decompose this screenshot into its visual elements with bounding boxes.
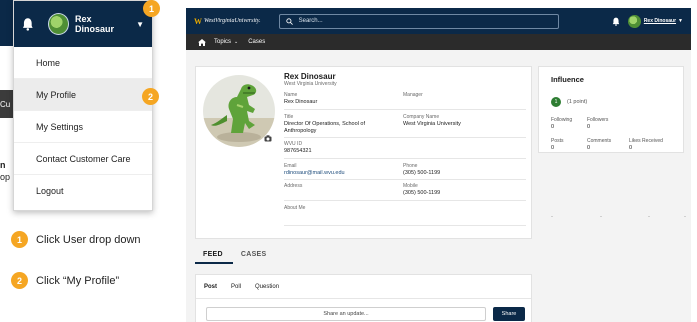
wvu-flying-wv-icon: W bbox=[194, 16, 202, 26]
page-edge-strip bbox=[0, 0, 13, 46]
tab-poll[interactable]: Poll bbox=[231, 284, 241, 298]
bell-icon[interactable] bbox=[612, 17, 620, 26]
partial-text: op bbox=[0, 172, 11, 182]
influence-card: Influence 1 (1 point) Following 0 Follow… bbox=[538, 66, 684, 153]
manager-label: Manager bbox=[403, 92, 423, 98]
phone-value: (305) 500-1199 bbox=[403, 170, 441, 176]
tab-question[interactable]: Question bbox=[255, 284, 279, 298]
profile-name: Rex Dinosaur bbox=[284, 72, 336, 81]
instruction-step-2: 2 Click “My Profile” bbox=[11, 272, 119, 289]
wvu-logo[interactable]: W WestVirginiaUniversity. bbox=[194, 17, 261, 26]
name-label: Name bbox=[284, 92, 298, 98]
divider bbox=[284, 179, 526, 180]
profile-university: West Virginia University bbox=[284, 81, 337, 87]
comments-count: 0 bbox=[587, 145, 591, 151]
step-badge-2: 2 bbox=[142, 88, 159, 105]
nav-topics[interactable]: Topics ⌄ bbox=[214, 39, 238, 45]
menu-item-contact-customer-care[interactable]: Contact Customer Care bbox=[14, 143, 152, 175]
chevron-down-icon: ⌄ bbox=[234, 39, 239, 45]
company-label: Company Name bbox=[403, 114, 440, 120]
caret-down-icon[interactable]: ▼ bbox=[678, 18, 683, 24]
posts-label: Posts bbox=[551, 138, 564, 144]
posts-count: 0 bbox=[551, 145, 555, 151]
followers-count[interactable]: 0 bbox=[587, 124, 590, 130]
bell-icon[interactable] bbox=[22, 17, 34, 31]
share-button[interactable]: Share bbox=[493, 307, 525, 321]
email-link[interactable]: rdinosaur@mail.wvu.edu bbox=[284, 170, 345, 177]
comments-label: Comments bbox=[587, 138, 612, 144]
following-count[interactable]: 0 bbox=[551, 124, 554, 130]
nav-cases[interactable]: Cases bbox=[248, 39, 265, 45]
home-icon[interactable] bbox=[198, 38, 206, 46]
divider bbox=[284, 200, 526, 201]
company-value: West Virginia University bbox=[403, 121, 461, 127]
share-update-input[interactable]: Share an update... bbox=[206, 307, 486, 321]
followers-label: Followers bbox=[587, 117, 609, 123]
step-text: Click User drop down bbox=[36, 233, 141, 246]
step-text: Click “My Profile” bbox=[36, 274, 120, 287]
user-name[interactable]: Rex Dinosaur bbox=[75, 14, 131, 34]
wvu-id-label: WVU ID bbox=[284, 141, 303, 147]
name-value: Rex Dinosaur bbox=[284, 99, 318, 105]
publisher: Post Poll Question Share an update... Sh… bbox=[195, 274, 532, 322]
tab-cases[interactable]: CASES bbox=[233, 251, 277, 264]
mobile-label: Mobile bbox=[403, 183, 418, 189]
menu-item-home[interactable]: Home bbox=[14, 47, 152, 79]
step-badge-1: 1 bbox=[143, 0, 160, 17]
search-input[interactable]: Search... bbox=[278, 13, 559, 29]
decorative-dot bbox=[551, 216, 553, 217]
search-icon bbox=[285, 17, 293, 25]
publisher-tabs: Post Poll Question bbox=[196, 275, 531, 299]
menu-item-my-settings[interactable]: My Settings bbox=[14, 111, 152, 143]
decorative-dot bbox=[648, 216, 650, 217]
logo-text: WestVirginiaUniversity. bbox=[204, 18, 261, 24]
search-placeholder: Search... bbox=[298, 18, 323, 24]
divider bbox=[284, 137, 526, 138]
partial-text: n bbox=[0, 160, 6, 170]
app-header: W WestVirginiaUniversity. Search... Rex … bbox=[186, 8, 691, 34]
caret-down-icon[interactable]: ▼ bbox=[136, 20, 144, 29]
avatar[interactable] bbox=[47, 13, 69, 35]
about-me-label: About Me bbox=[284, 205, 306, 211]
divider bbox=[284, 158, 526, 159]
menu-item-logout[interactable]: Logout bbox=[14, 175, 152, 207]
following-label: Following bbox=[551, 117, 573, 123]
profile-page-screenshot: W WestVirginiaUniversity. Search... Rex … bbox=[186, 8, 691, 322]
influence-title: Influence bbox=[551, 75, 584, 84]
user-dropdown: Rex Dinosaur ▼ Home My Profile My Settin… bbox=[13, 0, 153, 211]
influence-points: (1 point) bbox=[567, 99, 588, 105]
nav-topics-label: Topics bbox=[214, 39, 232, 45]
likes-count: 0 bbox=[629, 145, 633, 151]
address-label: Address bbox=[284, 183, 303, 189]
title-label: Title bbox=[284, 114, 294, 120]
camera-icon[interactable] bbox=[264, 135, 272, 142]
profile-card: Rex Dinosaur West Virginia University Na… bbox=[195, 66, 532, 239]
step-number: 1 bbox=[11, 231, 28, 248]
instruction-step-1: 1 Click User drop down bbox=[11, 231, 141, 248]
divider bbox=[284, 225, 526, 226]
feed-tabs: FEED CASES bbox=[195, 251, 277, 264]
decorative-dot bbox=[684, 216, 686, 217]
title-value-line1: Director Of Operations, School of bbox=[284, 121, 366, 127]
likes-label: Likes Received bbox=[629, 138, 663, 144]
user-dropdown-header[interactable]: Rex Dinosaur ▼ bbox=[14, 1, 152, 47]
header-user-menu[interactable]: Rex Dinosaur ▼ bbox=[612, 14, 683, 28]
avatar[interactable] bbox=[627, 14, 641, 28]
decorative-dot bbox=[600, 216, 602, 217]
partial-text: Cu bbox=[0, 100, 11, 109]
title-value-line2: Anthropology bbox=[284, 128, 317, 134]
email-label: Email bbox=[284, 163, 297, 169]
wvu-id-value: 987654321 bbox=[284, 148, 312, 154]
step-number: 2 bbox=[11, 272, 28, 289]
phone-label: Phone bbox=[403, 163, 418, 169]
user-menu: Home My Profile My Settings Contact Cust… bbox=[14, 47, 152, 207]
header-user-name[interactable]: Rex Dinosaur bbox=[644, 18, 676, 24]
app-nav: Topics ⌄ Cases bbox=[186, 34, 691, 50]
influence-level-badge: 1 bbox=[551, 97, 561, 107]
mobile-value: (305) 500-1199 bbox=[403, 190, 441, 196]
divider bbox=[284, 109, 526, 110]
tab-post[interactable]: Post bbox=[204, 284, 217, 298]
tab-feed[interactable]: FEED bbox=[195, 251, 233, 264]
menu-item-my-profile[interactable]: My Profile bbox=[14, 79, 152, 111]
